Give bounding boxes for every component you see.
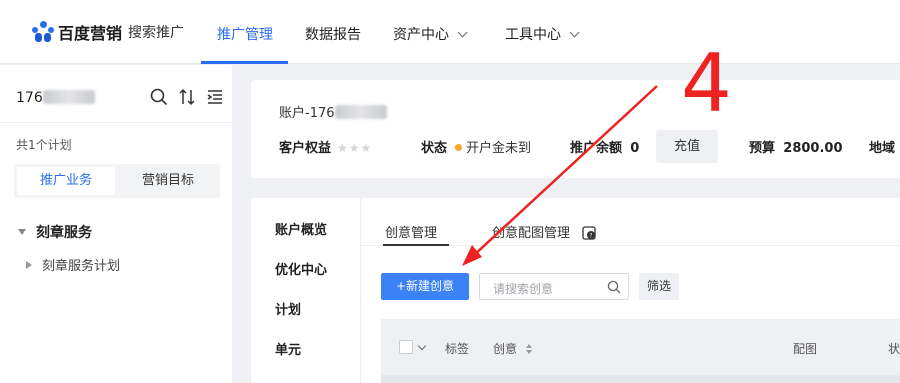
balance-value: 0	[630, 141, 640, 156]
chevron-down-icon	[569, 27, 580, 38]
search-icon[interactable]	[150, 88, 168, 106]
tree-item-label: 刻章服务计划	[42, 259, 121, 274]
menu-unit[interactable]: 单元	[275, 339, 301, 358]
nav-promotion-management[interactable]: 推广管理	[217, 24, 273, 44]
tree-item[interactable]: 刻章服务计划	[26, 255, 120, 274]
redacted-text	[334, 105, 387, 119]
column-creative[interactable]: 创意	[493, 340, 533, 357]
tree-group[interactable]: 刻章服务	[18, 222, 92, 242]
baidu-marketing-logo[interactable]: 百度营销 搜索推广	[32, 20, 184, 44]
rating-stars: ★★★	[337, 141, 373, 155]
account-id-prefix: 176	[16, 90, 43, 106]
promotion-balance: 推广余额 0	[570, 137, 639, 156]
logo-subtitle: 搜索推广	[128, 25, 185, 41]
tab-creative-management[interactable]: 创意管理	[385, 222, 437, 241]
creative-search-input[interactable]: 请搜索创意	[479, 273, 629, 300]
menu-account-overview[interactable]: 账户概览	[275, 219, 327, 238]
account-id: 176	[16, 90, 95, 106]
chevron-down-icon	[457, 27, 468, 38]
status-value: 开户金未到	[466, 141, 532, 156]
divider	[0, 122, 232, 123]
new-creative-button[interactable]: +新建创意	[381, 273, 469, 300]
column-tag: 标签	[445, 342, 470, 356]
creative-panel: 账户概览 优化中心 计划 单元 创意管理 创意配图管理 ? +新建创意 请搜索创…	[251, 198, 900, 383]
region-label: 地域	[869, 141, 896, 156]
customer-rights-label: 客户权益	[279, 141, 332, 156]
menu-optimization-center[interactable]: 优化中心	[275, 259, 327, 278]
nav-tool-center[interactable]: 工具中心	[505, 24, 580, 44]
tab-creative-image-label: 创意配图管理	[492, 226, 571, 241]
plan-count: 共1个计划	[16, 138, 72, 152]
sort-icon[interactable]	[525, 343, 533, 355]
customer-rights: 客户权益 ★★★	[279, 137, 372, 156]
active-tab-indicator	[383, 244, 449, 246]
budget: 预算 2800.00	[749, 137, 843, 156]
menu-plan[interactable]: 计划	[275, 299, 301, 318]
collapse-caret-icon	[26, 261, 32, 269]
active-nav-indicator	[201, 61, 288, 64]
column-creative-label: 创意	[493, 342, 518, 356]
status-label: 状态	[421, 141, 448, 156]
status-dot	[455, 144, 463, 151]
nav-tool-center-label: 工具中心	[505, 27, 561, 43]
search-icon[interactable]	[607, 280, 621, 294]
column-image: 配图	[793, 342, 818, 356]
account-summary-card: 账户-176 客户权益 ★★★ 状态 开户金未到 推广余额 0 充值 预算 2800…	[251, 80, 900, 178]
horizontal-scrollbar[interactable]	[381, 375, 900, 383]
top-navigation-bar: 百度营销 搜索推广 推广管理 数据报告 资产中心 工具中心	[0, 0, 900, 64]
segment-marketing-goal[interactable]: 营销目标	[119, 167, 217, 195]
tab-creative-image-management[interactable]: 创意配图管理 ?	[492, 222, 596, 241]
tree-group-label: 刻章服务	[36, 225, 92, 241]
sidebar-tools	[150, 88, 224, 106]
chevron-down-icon[interactable]	[417, 341, 427, 351]
column-status: 状	[888, 342, 900, 356]
budget-value: 2800.00	[783, 141, 843, 156]
table-header: 标签 创意 配图 状	[381, 319, 900, 375]
account-status: 状态 开户金未到	[421, 137, 531, 156]
balance-label: 推广余额	[570, 141, 623, 156]
secondary-menu: 账户概览 优化中心 计划 单元	[251, 198, 361, 383]
list-collapse-icon[interactable]	[206, 88, 224, 106]
nav-asset-center-label: 资产中心	[393, 27, 449, 43]
expand-caret-icon	[18, 229, 26, 235]
left-sidebar: 176 共1个计划 推广业务 营销目标 刻章服务 刻章服务计划	[0, 65, 232, 383]
help-icon[interactable]: ?	[582, 226, 596, 240]
search-placeholder: 请搜索创意	[493, 282, 554, 296]
annotation-number: 4	[681, 37, 732, 130]
filter-button[interactable]: 筛选	[639, 273, 679, 300]
segment-promotion-business[interactable]: 推广业务	[17, 167, 115, 195]
segment-control: 推广业务 营销目标	[14, 164, 220, 198]
nav-data-report[interactable]: 数据报告	[305, 24, 361, 44]
account-name-prefix: 账户-176	[279, 106, 335, 121]
account-name: 账户-176	[279, 102, 387, 121]
budget-label: 预算	[749, 141, 776, 156]
nav-asset-center[interactable]: 资产中心	[393, 24, 468, 44]
baidu-paw-icon	[32, 21, 54, 43]
sort-icon[interactable]	[178, 88, 196, 106]
redacted-text	[42, 90, 95, 104]
recharge-button[interactable]: 充值	[656, 130, 718, 163]
logo-title: 百度营销	[58, 24, 123, 43]
select-all-checkbox[interactable]	[399, 340, 413, 354]
svg-text:?: ?	[590, 233, 593, 240]
region: 地域	[869, 137, 895, 156]
